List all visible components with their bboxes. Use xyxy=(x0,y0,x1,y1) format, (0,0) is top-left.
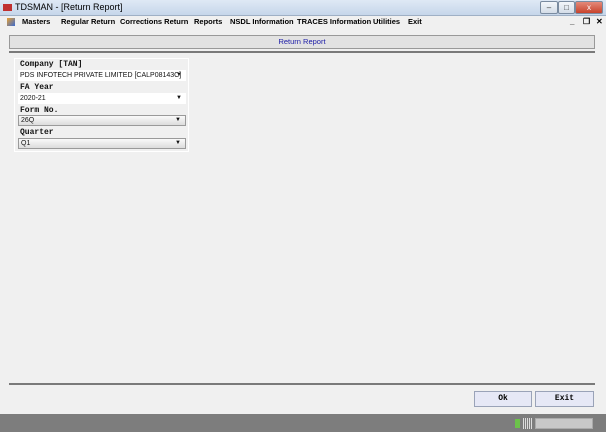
report-filter-panel: Company [TAN] PDS INFOTECH PRIVATE LIMIT… xyxy=(14,58,189,152)
company-label: Company [TAN] xyxy=(20,60,83,69)
form-no-select[interactable]: 26Q ▼ xyxy=(18,115,186,126)
chevron-down-icon: ▼ xyxy=(176,95,182,101)
menu-corrections-return[interactable]: Corrections Return xyxy=(120,17,188,26)
company-select[interactable]: PDS INFOTECH PRIVATE LIMITED [CALP08143C… xyxy=(18,70,186,81)
page-title: Return Report xyxy=(9,35,595,49)
menu-masters[interactable]: Masters xyxy=(22,17,50,26)
quarter-value: Q1 xyxy=(21,140,31,147)
title-bar: TDSMAN - [Return Report] – □ x xyxy=(0,0,606,16)
status-panel xyxy=(535,418,593,429)
menu-regular-return[interactable]: Regular Return xyxy=(61,17,115,26)
menu-utilities[interactable]: Utilities xyxy=(373,17,400,26)
quarter-select[interactable]: Q1 ▼ xyxy=(18,138,186,149)
divider xyxy=(9,51,595,53)
fa-year-select[interactable]: 2020-21 ▼ xyxy=(18,93,186,104)
menu-traces-information[interactable]: TRACES Information xyxy=(297,17,371,26)
menu-nsdl-information[interactable]: NSDL Information xyxy=(230,17,294,26)
fa-year-value: 2020-21 xyxy=(20,95,46,102)
menu-exit[interactable]: Exit xyxy=(408,17,422,26)
document-icon xyxy=(7,18,15,26)
mdi-minimize-icon[interactable]: _ xyxy=(570,17,574,26)
fa-year-label: FA Year xyxy=(20,83,54,92)
window-title: TDSMAN - [Return Report] xyxy=(15,2,123,12)
quarter-label: Quarter xyxy=(20,128,54,137)
chevron-down-icon: ▼ xyxy=(176,72,182,78)
chevron-down-icon: ▼ xyxy=(175,117,181,123)
chevron-down-icon: ▼ xyxy=(175,140,181,146)
form-no-value: 26Q xyxy=(21,117,35,124)
mdi-restore-icon[interactable]: ❐ xyxy=(583,17,590,26)
company-value: PDS INFOTECH PRIVATE LIMITED [CALP08143C… xyxy=(20,72,182,79)
menu-reports[interactable]: Reports xyxy=(194,17,222,26)
maximize-button[interactable]: □ xyxy=(558,1,575,14)
form-no-label: Form No. xyxy=(20,106,59,115)
status-indicator-icon xyxy=(515,419,520,428)
close-button[interactable]: x xyxy=(575,1,603,14)
menu-bar: Masters Regular Return Corrections Retur… xyxy=(0,16,606,29)
mdi-close-icon[interactable]: ✕ xyxy=(596,17,603,26)
ok-button[interactable]: Ok xyxy=(474,391,532,407)
status-ticks xyxy=(523,418,533,429)
minimize-button[interactable]: – xyxy=(540,1,558,14)
exit-button[interactable]: Exit xyxy=(535,391,594,407)
divider xyxy=(9,383,595,385)
app-icon xyxy=(3,4,12,11)
